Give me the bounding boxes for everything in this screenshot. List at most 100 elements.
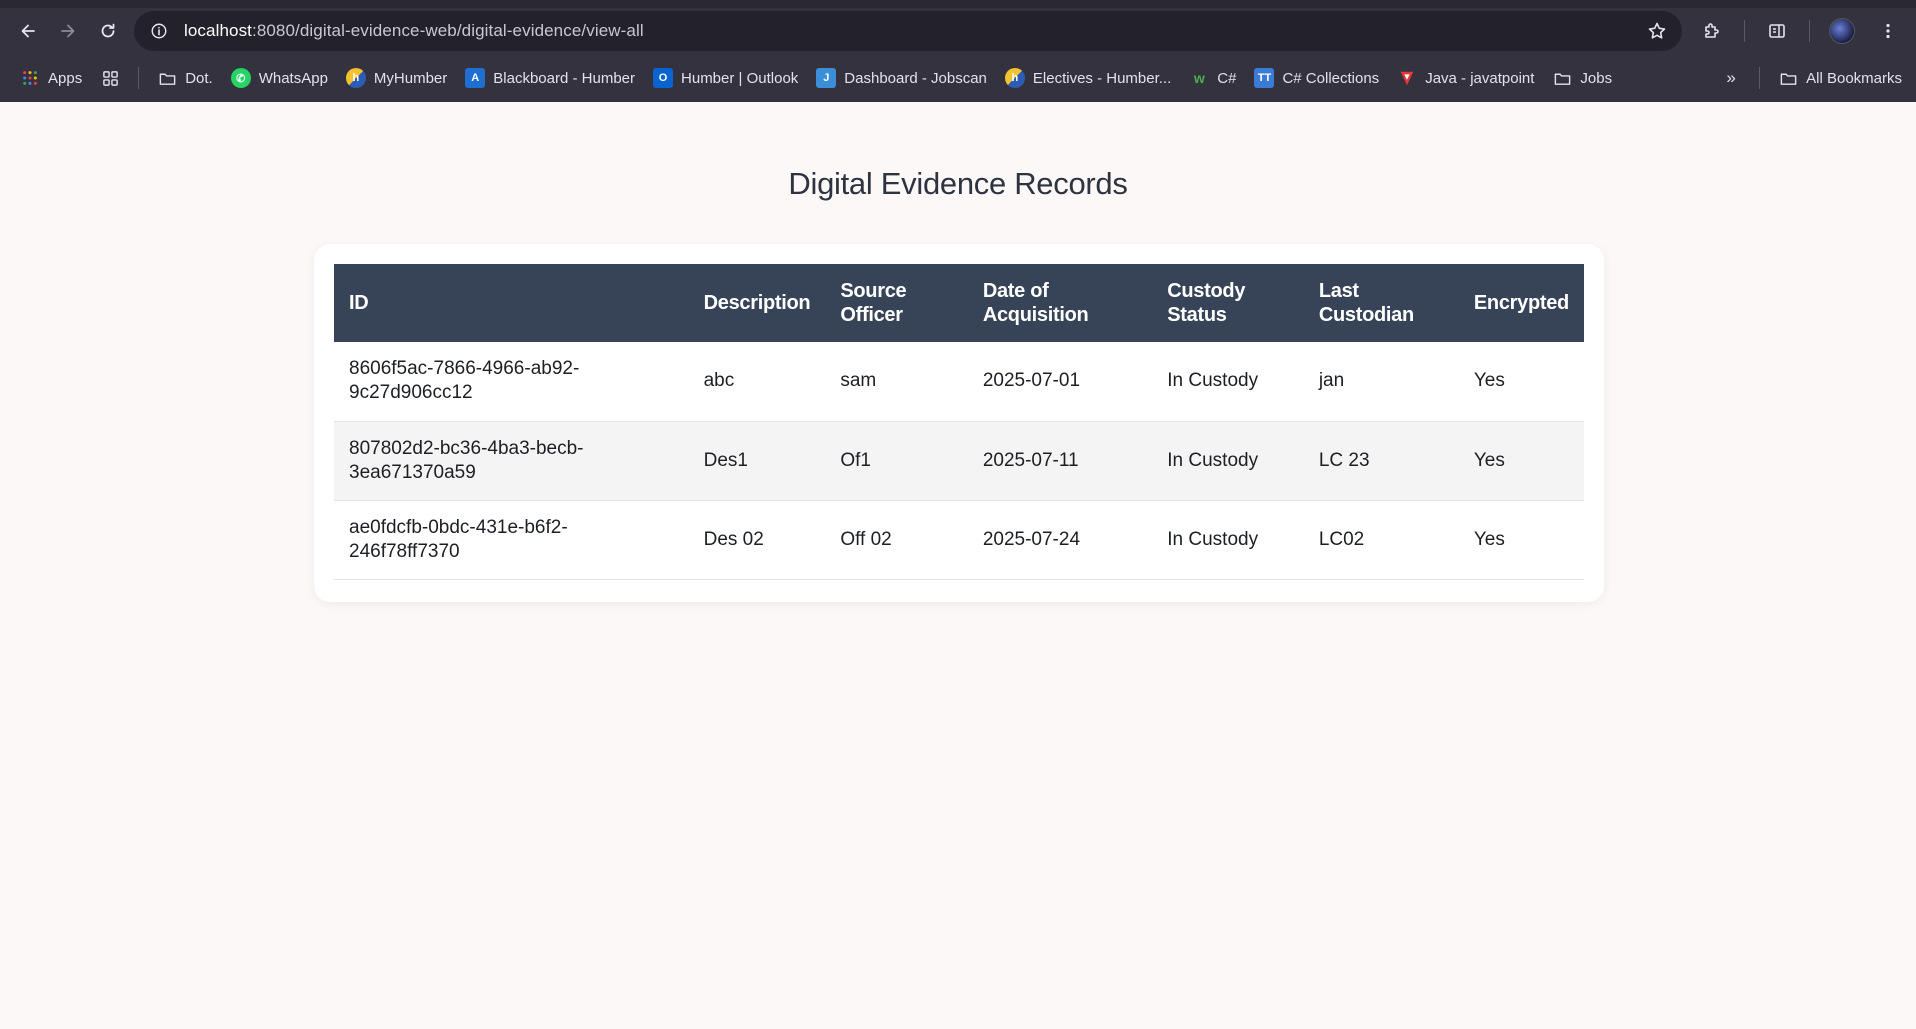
humber-icon: h (345, 68, 366, 88)
folder-icon (1552, 68, 1572, 88)
header-custody-status: Custody Status (1167, 280, 1246, 326)
cell-id: ae0fdcfb-0bdc-431e-b6f2-246f78ff7370 (334, 500, 689, 580)
table-header: ID Description Source Officer Date of Ac… (334, 264, 1584, 342)
bookmarks-bar: Apps Dot. ✆ WhatsApp h MyHumber A Blackb… (0, 54, 1916, 102)
bookmark-label: C# Collections (1282, 69, 1380, 87)
bookmark-label: Blackboard - Humber (493, 69, 636, 87)
page-content: Digital Evidence Records ID Description … (0, 102, 1916, 1029)
bookmark-csharp[interactable]: w C# (1189, 68, 1237, 88)
cell-encrypted: Yes (1458, 421, 1584, 501)
folder-icon (1778, 68, 1798, 88)
bookmark-label: Dot. (185, 69, 213, 87)
bookmark-label: WhatsApp (258, 69, 328, 87)
bookmark-whatsapp[interactable]: ✆ WhatsApp (230, 68, 328, 88)
profile-avatar[interactable] (1822, 11, 1862, 51)
bookmark-csharp-collections[interactable]: TT C# Collections (1254, 68, 1379, 88)
bookmark-label: Electives - Humber... (1032, 69, 1172, 87)
blackboard-icon: A (465, 68, 486, 88)
table-row: 807802d2-bc36-4ba3-becb-3ea671370a59 Des… (334, 421, 1584, 501)
toolbar-divider (1744, 20, 1745, 42)
cell-date: 2025-07-24 (967, 500, 1153, 580)
cell-description: Des 02 (688, 500, 826, 580)
bookmark-label: C# (1217, 69, 1237, 87)
cell-source-officer: Off 02 (825, 500, 968, 580)
header-source-officer: Source Officer (840, 280, 907, 326)
header-encrypted: Encrypted (1473, 292, 1569, 314)
w3-icon: w (1193, 70, 1205, 86)
cell-status: In Custody (1152, 500, 1304, 580)
tutorialsteacher-icon: TT (1254, 68, 1275, 88)
outlook-icon: O (653, 68, 674, 88)
cell-source-officer: sam (825, 342, 968, 422)
cell-description: abc (688, 342, 826, 422)
menu-kebab-icon[interactable] (1868, 11, 1908, 51)
bookmark-apps[interactable]: Apps (20, 68, 82, 88)
bookmark-label: MyHumber (373, 69, 448, 87)
humber-icon: h (1004, 68, 1025, 88)
bookmark-label: All Bookmarks (1806, 69, 1902, 87)
cell-last-custodian: LC 23 (1303, 421, 1459, 501)
cell-description: Des1 (688, 421, 826, 501)
cell-source-officer: Of1 (825, 421, 968, 501)
cell-date: 2025-07-01 (967, 342, 1153, 422)
reload-button[interactable] (88, 11, 128, 51)
bookmark-label: Apps (48, 69, 83, 87)
arrow-left-icon (21, 24, 35, 38)
apps-grid-icon (20, 68, 40, 88)
evidence-table: ID Description Source Officer Date of Ac… (334, 264, 1584, 580)
back-button[interactable] (8, 11, 48, 51)
tab-strip (0, 0, 1916, 8)
bookmark-electives[interactable]: h Electives - Humber... (1004, 68, 1172, 88)
tab-groups-button[interactable] (100, 68, 120, 88)
header-row: ID Description Source Officer Date of Ac… (334, 264, 1584, 342)
bookmark-label: Dashboard - Jobscan (844, 69, 987, 87)
bookmarks-divider (1759, 67, 1761, 89)
address-bar[interactable]: localhost:8080/digital-evidence-web/digi… (134, 11, 1682, 51)
all-bookmarks-button[interactable]: All Bookmarks (1778, 68, 1902, 88)
bookmark-jobscan[interactable]: J Dashboard - Jobscan (816, 68, 987, 88)
cell-last-custodian: LC02 (1303, 500, 1459, 580)
cell-status: In Custody (1152, 342, 1304, 422)
site-info-icon[interactable] (146, 18, 172, 44)
toolbar-divider (1809, 20, 1810, 42)
records-card: ID Description Source Officer Date of Ac… (314, 244, 1604, 602)
more-bookmarks-button[interactable]: » (1721, 68, 1741, 88)
whatsapp-icon: ✆ (230, 68, 251, 88)
table-row: ae0fdcfb-0bdc-431e-b6f2-246f78ff7370 Des… (334, 500, 1584, 580)
chevron-double-right-icon: » (1726, 68, 1736, 87)
cell-encrypted: Yes (1458, 342, 1584, 422)
bookmark-star-icon[interactable] (1642, 16, 1672, 46)
bookmark-blackboard[interactable]: A Blackboard - Humber (465, 68, 635, 88)
browser-toolbar: localhost:8080/digital-evidence-web/digi… (0, 8, 1916, 54)
url-text[interactable]: localhost:8080/digital-evidence-web/digi… (184, 21, 1642, 41)
avatar (1829, 18, 1855, 44)
cell-id: 807802d2-bc36-4ba3-becb-3ea671370a59 (334, 421, 689, 501)
cell-status: In Custody (1152, 421, 1304, 501)
javatpoint-icon (1397, 68, 1417, 88)
browser-chrome: localhost:8080/digital-evidence-web/digi… (0, 0, 1916, 102)
header-id: ID (349, 292, 369, 314)
header-last-custodian: Last Custodian (1318, 280, 1414, 326)
bookmark-myhumber[interactable]: h MyHumber (345, 68, 448, 88)
jobscan-icon: J (816, 68, 837, 88)
tab-groups-icon (100, 68, 120, 88)
extensions-icon[interactable] (1692, 11, 1732, 51)
forward-button[interactable] (48, 11, 88, 51)
bookmark-label: Humber | Outlook (681, 69, 799, 87)
header-date-of-acquisition: Date of Acquisition (982, 280, 1089, 326)
url-host: localhost (184, 21, 252, 40)
bookmark-folder-jobs[interactable]: Jobs (1552, 68, 1612, 88)
cell-encrypted: Yes (1458, 500, 1584, 580)
bookmark-label: Java - javatpoint (1425, 69, 1535, 87)
table-row: 8606f5ac-7866-4966-ab92-9c27d906cc12 abc… (334, 342, 1584, 422)
cell-id: 8606f5ac-7866-4966-ab92-9c27d906cc12 (334, 342, 689, 422)
url-path: :8080/digital-evidence-web/digital-evide… (252, 21, 644, 40)
cell-last-custodian: jan (1303, 342, 1459, 422)
bookmark-folder-dot[interactable]: Dot. (157, 68, 213, 88)
header-description: Description (703, 292, 811, 314)
page-title: Digital Evidence Records (788, 166, 1128, 201)
bookmark-label: Jobs (1580, 69, 1613, 87)
side-panel-icon[interactable] (1757, 11, 1797, 51)
bookmark-javatpoint[interactable]: Java - javatpoint (1397, 68, 1534, 88)
bookmark-outlook[interactable]: O Humber | Outlook (653, 68, 798, 88)
